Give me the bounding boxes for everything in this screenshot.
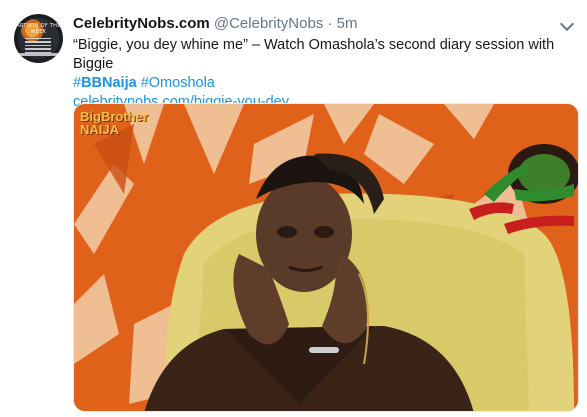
tweet-media-image[interactable]: BigBrother NAIJA (73, 103, 579, 412)
chevron-down-icon[interactable] (559, 16, 575, 32)
tweet-card[interactable]: ARTISTE OF THE WEEK CelebrityNobs.com @C… (0, 0, 587, 417)
hashtag-bbnaija[interactable]: #BBNaija (73, 75, 137, 91)
bbnaija-logo: BigBrother NAIJA (80, 110, 148, 136)
author-name[interactable]: CelebrityNobs.com (73, 15, 210, 32)
avatar-footer-bar (14, 53, 63, 56)
logo-line-2: NAIJA (80, 122, 120, 137)
tweet-hashtags: #BBNaija #Omoshola (73, 74, 573, 93)
tweet-header: CelebrityNobs.com @CelebrityNobs · 5m (73, 14, 358, 34)
hashtag-omoshola[interactable]: #Omoshola (141, 75, 215, 91)
timestamp[interactable]: 5m (337, 15, 358, 32)
tweet-quote: “Biggie, you dey whine me” – Watch Omash… (73, 37, 555, 72)
author-handle[interactable]: @CelebrityNobs (214, 15, 323, 32)
separator-dot: · (327, 15, 333, 32)
hashtag-symbol: # (73, 75, 82, 91)
hashtag-bbnaija-text: BBNaija (81, 75, 137, 91)
tweet-text: “Biggie, you dey whine me” – Watch Omash… (73, 36, 573, 112)
media-scene (74, 104, 578, 411)
avatar-label: ARTISTE OF THE WEEK (16, 23, 61, 35)
avatar[interactable]: ARTISTE OF THE WEEK (14, 14, 63, 63)
